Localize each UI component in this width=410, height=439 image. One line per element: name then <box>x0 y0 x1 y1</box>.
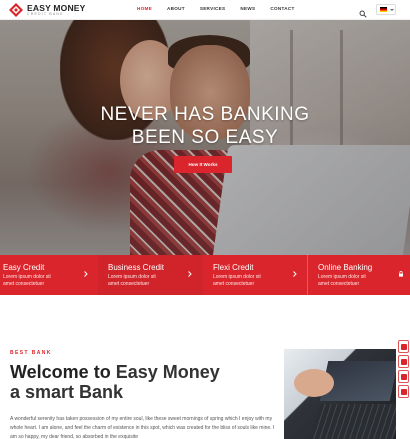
german-flag-icon <box>380 7 387 12</box>
main-nav: HOME ABOUT SERVICES NEWS CONTACT <box>137 6 310 11</box>
nav-home[interactable]: HOME <box>137 6 152 11</box>
hero-title: NEVER HAS BANKING BEEN SO EASY <box>100 104 310 148</box>
section-eyebrow: BEST BANK <box>10 350 52 356</box>
tag-icon[interactable] <box>398 370 409 383</box>
laptop-photo <box>284 349 396 439</box>
feature-flexi-credit[interactable]: Flexi Credit Lorem ipsum dolor sit amet … <box>203 255 307 295</box>
nav-services[interactable]: SERVICES <box>200 6 226 11</box>
cart-icon[interactable] <box>398 385 409 398</box>
chevron-right-icon <box>83 264 89 277</box>
chevron-down-icon <box>390 8 394 11</box>
how-it-works-button[interactable]: How It Works <box>174 156 232 173</box>
nav-contact[interactable]: CONTACT <box>270 6 294 11</box>
intro-paragraph: A wonderful serenity has taken possessio… <box>10 416 275 439</box>
logo-subtitle: CREDIT BANK <box>27 12 64 16</box>
logo-mark-icon <box>9 3 23 17</box>
chevron-right-icon <box>187 264 193 277</box>
document-icon[interactable] <box>398 340 409 353</box>
feature-online-banking[interactable]: Online Banking Lorem ipsum dolor sit ame… <box>307 255 410 295</box>
feature-business-credit[interactable]: Business Credit Lorem ipsum dolor sit am… <box>98 255 203 295</box>
logo[interactable]: EASY MONEY CREDIT BANK <box>9 3 86 17</box>
nav-news[interactable]: NEWS <box>240 6 255 11</box>
feature-easy-credit[interactable]: Easy Credit Lorem ipsum dolor sit amet c… <box>0 255 98 295</box>
nav-about[interactable]: ABOUT <box>167 6 185 11</box>
site-header: EASY MONEY CREDIT BANK HOME ABOUT SERVIC… <box>0 0 410 20</box>
lock-icon <box>398 264 404 277</box>
gift-icon[interactable] <box>398 355 409 368</box>
feature-strip: Easy Credit Lorem ipsum dolor sit amet c… <box>0 255 410 295</box>
welcome-heading: Welcome to Easy Money a smart Bank <box>10 362 220 402</box>
hero-banner: NEVER HAS BANKING BEEN SO EASY How It Wo… <box>0 20 410 255</box>
feature-title: Online Banking <box>318 263 373 272</box>
logo-title: EASY MONEY <box>27 2 86 13</box>
search-icon[interactable] <box>359 5 367 18</box>
side-toolbar <box>398 340 410 398</box>
chevron-right-icon <box>292 264 298 277</box>
language-selector[interactable] <box>376 4 396 15</box>
